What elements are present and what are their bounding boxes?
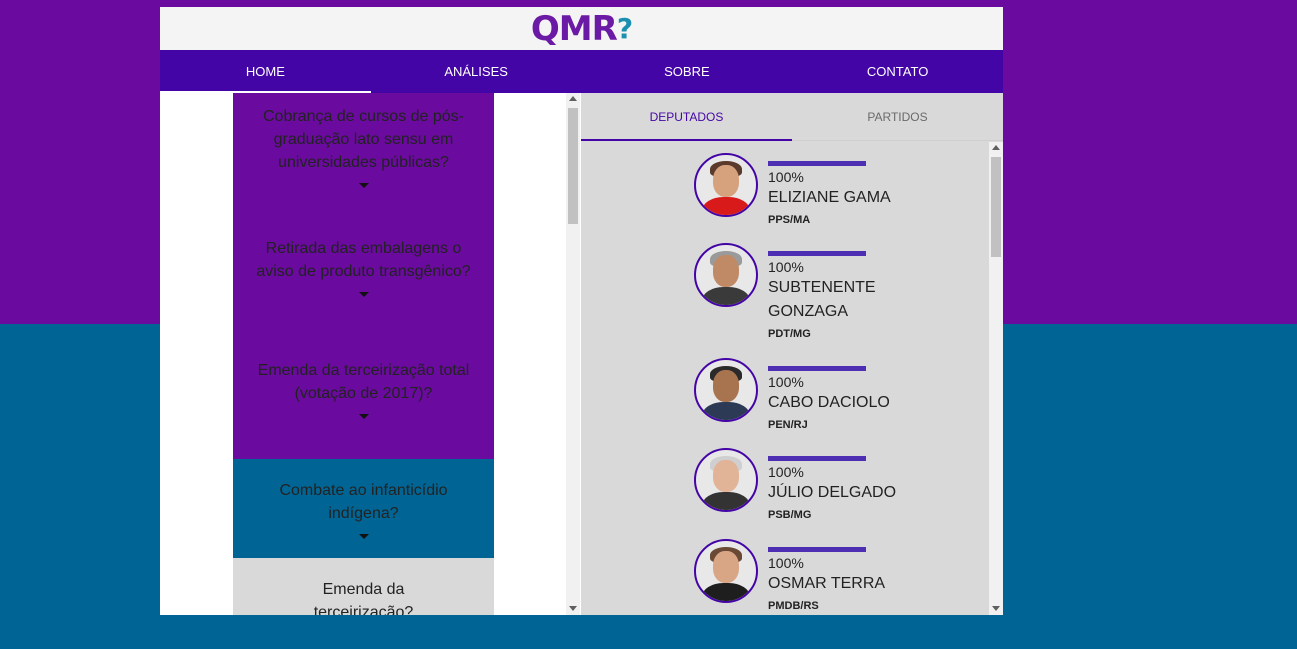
- deputy-party: PDT/MG: [768, 328, 811, 340]
- score-bar: [768, 161, 866, 166]
- caret-down-icon: [358, 534, 369, 539]
- score-percent: 100%: [768, 169, 804, 185]
- content-area: Cobrança de cursos de pós-graduação lato…: [160, 93, 1003, 615]
- app-window: QMR? HOME ANÁLISES SOBRE CONTATO Cobranç…: [160, 7, 1003, 615]
- scroll-up-arrow-icon[interactable]: [569, 96, 577, 101]
- main-nav: HOME ANÁLISES SOBRE CONTATO: [160, 50, 1003, 93]
- deputy-name: ELIZIANE GAMA: [768, 189, 891, 206]
- deputy-card[interactable]: 100% CABO DACIOLO PEN/RJ: [694, 358, 908, 431]
- deputy-name: CABO DACIOLO: [768, 394, 890, 411]
- deputy-party: PMDB/RS: [768, 600, 819, 612]
- score-percent: 100%: [768, 374, 804, 390]
- avatar: [694, 448, 758, 512]
- tab-partidos[interactable]: PARTIDOS: [792, 93, 1003, 140]
- nav-analises[interactable]: ANÁLISES: [371, 50, 582, 93]
- results-tabs: DEPUTADOS PARTIDOS: [581, 93, 1003, 141]
- question-item[interactable]: Emenda da terceirização total (votação d…: [233, 337, 494, 459]
- nav-contato[interactable]: CONTATO: [792, 50, 1003, 93]
- question-item[interactable]: Cobrança de cursos de pós-graduação lato…: [233, 93, 494, 215]
- deputy-card[interactable]: 100% OSMAR TERRA PMDB/RS: [694, 539, 908, 612]
- question-text: Retirada das embalagens o aviso de produ…: [256, 240, 471, 280]
- score-bar: [768, 456, 866, 461]
- question-text: Emenda da terceirização?: [313, 581, 414, 615]
- questions-pane: Cobrança de cursos de pós-graduação lato…: [160, 93, 580, 615]
- tab-deputados[interactable]: DEPUTADOS: [581, 93, 792, 141]
- scrollbar-thumb[interactable]: [568, 108, 578, 224]
- deputies-list: 100% ELIZIANE GAMA PPS/MA 100% SUBTENENT…: [581, 142, 989, 615]
- deputy-name: JÚLIO DELGADO: [768, 484, 897, 501]
- nav-home[interactable]: HOME: [160, 50, 371, 93]
- question-text: Emenda da terceirização total (votação d…: [257, 362, 470, 402]
- deputy-party: PEN/RJ: [768, 419, 808, 431]
- deputy-card[interactable]: 100% ELIZIANE GAMA PPS/MA: [694, 153, 908, 226]
- avatar: [694, 153, 758, 217]
- caret-down-icon: [358, 292, 369, 297]
- scroll-down-arrow-icon[interactable]: [992, 606, 1000, 611]
- question-item[interactable]: Retirada das embalagens o aviso de produ…: [233, 215, 494, 337]
- score-percent: 100%: [768, 259, 804, 275]
- logo-symbol: ?: [616, 11, 633, 45]
- qmr-logo[interactable]: QMR?: [530, 8, 633, 49]
- score-bar: [768, 251, 866, 256]
- avatar: [694, 539, 758, 603]
- question-item[interactable]: Emenda da terceirização?: [233, 558, 494, 615]
- score-bar: [768, 547, 866, 552]
- question-text: Cobrança de cursos de pós-graduação lato…: [263, 108, 464, 171]
- caret-down-icon: [358, 414, 369, 419]
- score-bar: [768, 366, 866, 371]
- question-item[interactable]: Combate ao infanticídio indígena?: [233, 459, 494, 558]
- caret-down-icon: [358, 183, 369, 188]
- deputy-card[interactable]: 100% JÚLIO DELGADO PSB/MG: [694, 448, 908, 521]
- score-percent: 100%: [768, 464, 804, 480]
- header: QMR?: [160, 7, 1003, 50]
- deputy-party: PSB/MG: [768, 509, 812, 521]
- questions-list: Cobrança de cursos de pós-graduação lato…: [233, 93, 494, 615]
- question-text: Combate ao infanticídio indígena?: [279, 482, 448, 522]
- avatar: [694, 358, 758, 422]
- nav-sobre[interactable]: SOBRE: [582, 50, 793, 93]
- scroll-down-arrow-icon[interactable]: [569, 606, 577, 611]
- deputy-card[interactable]: 100% SUBTENENTE GONZAGA PDT/MG: [694, 243, 908, 340]
- score-percent: 100%: [768, 555, 804, 571]
- logo-text: QMR: [530, 8, 618, 49]
- results-pane: DEPUTADOS PARTIDOS 100% ELIZIANE GAMA PP…: [581, 93, 1003, 615]
- deputy-name: OSMAR TERRA: [768, 575, 886, 592]
- deputy-party: PPS/MA: [768, 214, 811, 226]
- questions-scrollbar[interactable]: [566, 93, 580, 615]
- deputy-name: SUBTENENTE GONZAGA: [768, 279, 876, 320]
- scrollbar-thumb[interactable]: [991, 157, 1001, 257]
- scroll-up-arrow-icon[interactable]: [992, 145, 1000, 150]
- deputies-scrollbar[interactable]: [989, 142, 1003, 615]
- avatar: [694, 243, 758, 307]
